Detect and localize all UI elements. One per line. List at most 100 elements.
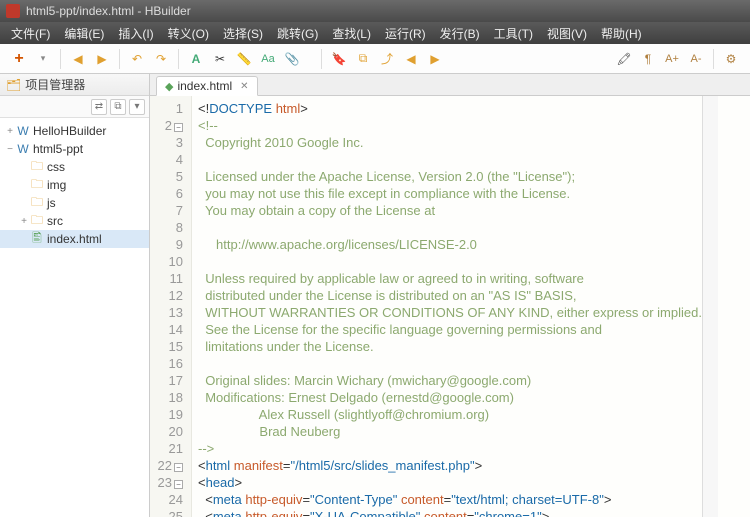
twist-icon[interactable]: −	[4, 144, 16, 155]
code-line[interactable]: <!--	[198, 117, 702, 134]
menu-goto[interactable]: 转义(O)	[161, 25, 216, 42]
cut-button[interactable]: ✂	[209, 48, 231, 70]
style-button[interactable]: A	[185, 48, 207, 70]
divider-icon	[713, 49, 714, 69]
tree-item-HelloHBuilder[interactable]: +WHelloHBuilder	[0, 122, 149, 140]
undo-button[interactable]: ↶	[126, 48, 148, 70]
menu-help[interactable]: 帮助(H)	[594, 25, 649, 42]
line-number: 17	[150, 372, 183, 389]
line-number: 4	[150, 151, 183, 168]
menu-edit[interactable]: 编辑(E)	[57, 25, 111, 42]
code-line[interactable]: Unless required by applicable law or agr…	[198, 270, 702, 287]
token-punc: <	[198, 475, 206, 490]
new-dropdown[interactable]: ▾	[32, 48, 54, 70]
menu-select[interactable]: 选择(S)	[216, 25, 270, 42]
token-punc: <	[198, 492, 213, 507]
menu-run[interactable]: 运行(R)	[378, 25, 433, 42]
token-punc: <!	[198, 101, 209, 116]
line-number: 16	[150, 355, 183, 372]
code-line[interactable]: Licensed under the Apache License, Versi…	[198, 168, 702, 185]
highlighter-button[interactable]: 🖍	[613, 48, 635, 70]
code-line[interactable]: http://www.apache.org/licenses/LICENSE-2…	[198, 236, 702, 253]
line-number: 8	[150, 219, 183, 236]
menu-jump[interactable]: 跳转(G)	[270, 25, 325, 42]
collapse-icon[interactable]: ⧉	[110, 99, 126, 115]
link-editor-icon[interactable]: ⇄	[91, 99, 107, 115]
token-punc: >	[235, 475, 243, 490]
menu-publish[interactable]: 发行(B)	[433, 25, 487, 42]
settings-button[interactable]: ⚙	[720, 48, 742, 70]
code-line[interactable]: <meta http-equiv="Content-Type" content=…	[198, 491, 702, 508]
code-line[interactable]: <meta http-equiv="X-UA-Compatible" conte…	[198, 508, 702, 517]
code-line[interactable]: -->	[198, 440, 702, 457]
case-button[interactable]: Aa	[257, 48, 279, 70]
menu-view[interactable]: 视图(V)	[540, 25, 594, 42]
bm-next-button[interactable]: ▶	[424, 48, 446, 70]
token-str: "text/html; charset=UTF-8"	[451, 492, 604, 507]
code-line[interactable]: Modifications: Ernest Delgado (ernestd@g…	[198, 389, 702, 406]
tree-label: html5-ppt	[33, 142, 83, 156]
twist-icon[interactable]: +	[4, 126, 16, 137]
code-line[interactable]: Brad Neuberg	[198, 423, 702, 440]
menu-insert[interactable]: 插入(I)	[111, 25, 160, 42]
tab-index-html[interactable]: ◆ index.html ✕	[156, 76, 258, 96]
menu-find[interactable]: 查找(L)	[325, 25, 378, 42]
font-increase-button[interactable]: A+	[661, 48, 683, 70]
forward-button[interactable]: ▶	[91, 48, 113, 70]
token-punc: =	[302, 509, 310, 517]
bookmark-button[interactable]: 🔖	[328, 48, 350, 70]
code-line[interactable]	[198, 253, 702, 270]
tree-item-img[interactable]: 🗀img	[0, 176, 149, 194]
code-line[interactable]: Alex Russell (slightlyoff@chromium.org)	[198, 406, 702, 423]
code-line[interactable]: You may obtain a copy of the License at	[198, 202, 702, 219]
code-line[interactable]: Original slides: Marcin Wichary (mwichar…	[198, 372, 702, 389]
code-line[interactable]: <html manifest="/html5/src/slides_manife…	[198, 457, 702, 474]
fold-icon[interactable]: −	[174, 463, 183, 472]
tree-item-html5-ppt[interactable]: −Whtml5-ppt	[0, 140, 149, 158]
back-button[interactable]: ◀	[67, 48, 89, 70]
line-number: 22−	[150, 457, 183, 474]
code-line[interactable]: See the License for the specific languag…	[198, 321, 702, 338]
code-line[interactable]	[198, 355, 702, 372]
code-line[interactable]: distributed under the License is distrib…	[198, 287, 702, 304]
tree-item-css[interactable]: 🗀css	[0, 158, 149, 176]
line-number: 13	[150, 304, 183, 321]
window-titlebar: html5-ppt/index.html - HBuilder	[0, 0, 750, 22]
paragraph-button[interactable]: ¶	[637, 48, 659, 70]
bm-prev-button[interactable]: ◀	[400, 48, 422, 70]
twist-icon[interactable]: +	[18, 216, 30, 227]
bookmark2-button[interactable]: ⧉	[352, 48, 374, 70]
fold-icon[interactable]: −	[174, 480, 183, 489]
code-line[interactable]: limitations under the License.	[198, 338, 702, 355]
menu-file[interactable]: 文件(F)	[4, 25, 57, 42]
token-comment: Copyright 2010 Google Inc.	[198, 135, 364, 150]
tree-item-src[interactable]: +🗀src	[0, 212, 149, 230]
fold-icon[interactable]: −	[174, 123, 183, 132]
token-comment: Unless required by applicable law or agr…	[198, 271, 584, 286]
code-line[interactable]: <!DOCTYPE html>	[198, 100, 702, 117]
bookmark3-button[interactable]: ⤴	[376, 48, 398, 70]
menu-tools[interactable]: 工具(T)	[487, 25, 540, 42]
clip-button[interactable]: 📎	[281, 48, 303, 70]
code-editor[interactable]: 12−345678910111213141516171819202122−23−…	[150, 96, 750, 517]
code-line[interactable]: you may not use this file except in comp…	[198, 185, 702, 202]
main-area: 🗂 项目管理器 ⇄ ⧉ ▾ +WHelloHBuilder−Whtml5-ppt…	[0, 74, 750, 517]
code-line[interactable]: WITHOUT WARRANTIES OR CONDITIONS OF ANY …	[198, 304, 702, 321]
code-line[interactable]	[198, 151, 702, 168]
tree-item-js[interactable]: 🗀js	[0, 194, 149, 212]
code-line[interactable]: <head>	[198, 474, 702, 491]
font-decrease-button[interactable]: A-	[685, 48, 707, 70]
tree-item-index-html[interactable]: 🖺index.html	[0, 230, 149, 248]
redo-button[interactable]: ↷	[150, 48, 172, 70]
line-number: 18	[150, 389, 183, 406]
view-menu-icon[interactable]: ▾	[129, 99, 145, 115]
close-icon[interactable]: ✕	[240, 81, 248, 92]
ruler-button[interactable]: 📏	[233, 48, 255, 70]
token-tag: html	[206, 458, 234, 473]
new-button[interactable]: +	[8, 48, 30, 70]
token-str: "chrome=1"	[474, 509, 541, 517]
code-line[interactable]: Copyright 2010 Google Inc.	[198, 134, 702, 151]
code-line[interactable]	[198, 219, 702, 236]
code-lines[interactable]: <!DOCTYPE html><!-- Copyright 2010 Googl…	[192, 96, 702, 517]
line-number: 21	[150, 440, 183, 457]
